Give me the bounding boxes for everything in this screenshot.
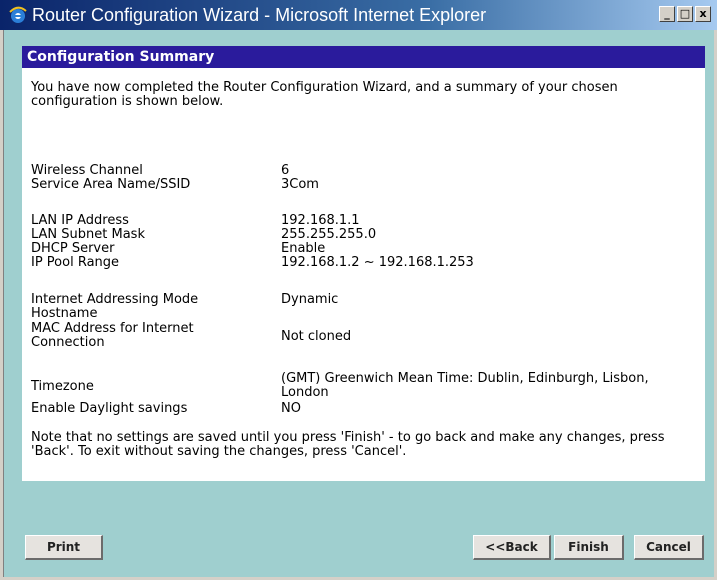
intro-text: You have now completed the Router Config… bbox=[31, 80, 618, 109]
summary-row-ssid: Service Area Name/SSID 3Com bbox=[31, 178, 696, 192]
summary-label: LAN IP Address bbox=[31, 213, 129, 228]
summary-row-daylight-savings: Enable Daylight savings NO bbox=[31, 402, 696, 416]
summary-label: Service Area Name/SSID bbox=[31, 177, 191, 192]
summary-value: Not cloned bbox=[281, 329, 352, 344]
summary-panel: Configuration Summary You have now compl… bbox=[22, 46, 705, 481]
window-titlebar[interactable]: Router Configuration Wizard - Microsoft … bbox=[0, 0, 717, 30]
minimize-button[interactable]: _ bbox=[659, 6, 675, 22]
maximize-button[interactable]: □ bbox=[677, 6, 693, 22]
panel-header: Configuration Summary bbox=[22, 46, 705, 68]
summary-row-dhcp-server: DHCP Server Enable bbox=[31, 242, 696, 256]
summary-value: 6 bbox=[281, 163, 290, 178]
summary-value: Dynamic bbox=[281, 292, 339, 307]
summary-label: Timezone bbox=[31, 379, 94, 394]
cancel-button[interactable]: Cancel bbox=[634, 535, 704, 560]
summary-label: Internet Addressing Mode bbox=[31, 292, 199, 307]
window-title: Router Configuration Wizard - Microsoft … bbox=[32, 5, 487, 25]
summary-row-timezone: Timezone (GMT) Greenwich Mean Time: Dubl… bbox=[31, 372, 696, 402]
summary-row-ip-pool: IP Pool Range 192.168.1.2 ~ 192.168.1.25… bbox=[31, 256, 696, 270]
summary-value: 192.168.1.2 ~ 192.168.1.253 bbox=[281, 255, 474, 270]
summary-label: MAC Address for Internet Connection bbox=[31, 321, 194, 350]
back-button[interactable]: <<Back bbox=[473, 535, 551, 560]
summary-row-hostname: Hostname bbox=[31, 307, 696, 321]
summary-label: DHCP Server bbox=[31, 241, 115, 256]
summary-label: IP Pool Range bbox=[31, 255, 120, 270]
summary-value: Enable bbox=[281, 241, 326, 256]
close-button[interactable]: x bbox=[695, 6, 711, 22]
summary-row-mac-address: MAC Address for Internet Connection Not … bbox=[31, 322, 696, 352]
internet-explorer-icon bbox=[9, 6, 27, 23]
summary-row-subnet-mask: LAN Subnet Mask 255.255.255.0 bbox=[31, 228, 696, 242]
note-text: Note that no settings are saved until yo… bbox=[31, 430, 665, 459]
summary-row-addressing-mode: Internet Addressing Mode Dynamic bbox=[31, 293, 696, 307]
summary-row-lan-ip: LAN IP Address 192.168.1.1 bbox=[31, 214, 696, 228]
finish-button[interactable]: Finish bbox=[554, 535, 624, 560]
summary-value: 192.168.1.1 bbox=[281, 213, 360, 228]
summary-value: 255.255.255.0 bbox=[281, 227, 377, 242]
summary-row-wireless-channel: Wireless Channel 6 bbox=[31, 164, 696, 178]
summary-label: Enable Daylight savings bbox=[31, 401, 188, 416]
summary-label: Wireless Channel bbox=[31, 163, 143, 178]
summary-value: NO bbox=[281, 401, 301, 416]
print-button[interactable]: Print bbox=[25, 535, 103, 560]
summary-label: Hostname bbox=[31, 306, 98, 321]
summary-value: 3Com bbox=[281, 177, 319, 192]
summary-value: (GMT) Greenwich Mean Time: Dublin, Edinb… bbox=[281, 371, 649, 400]
summary-label: LAN Subnet Mask bbox=[31, 227, 145, 242]
